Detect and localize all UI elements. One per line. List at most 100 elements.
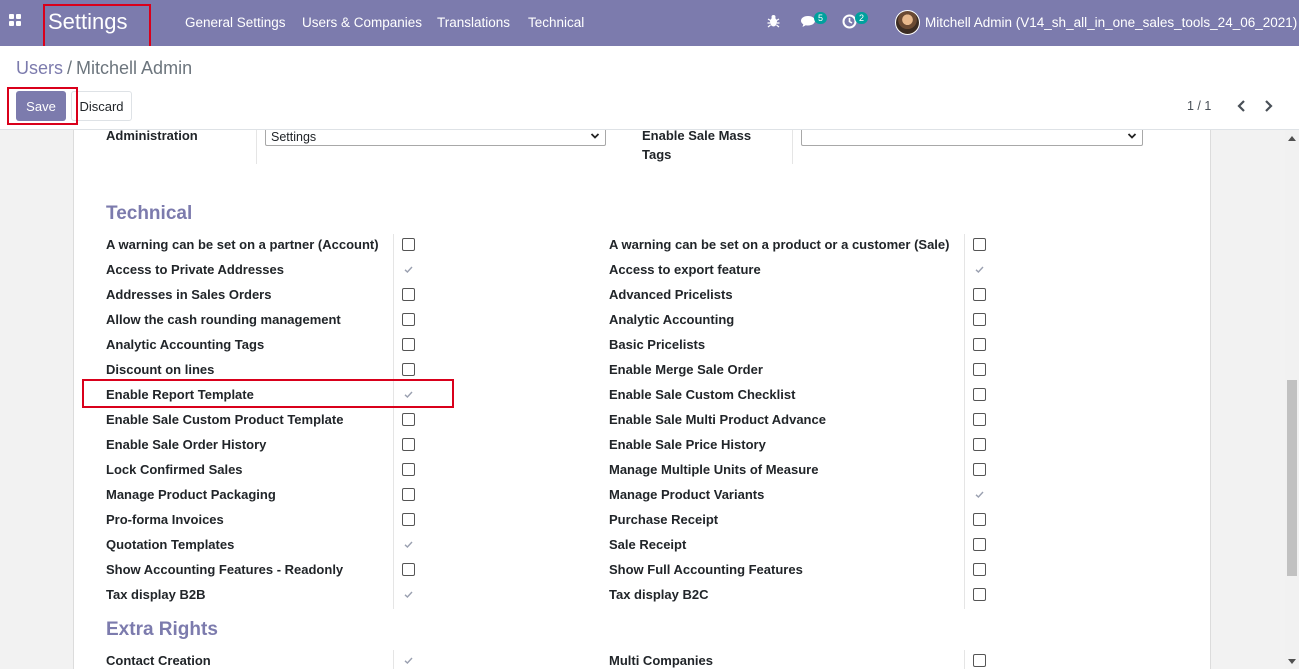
messages-count-badge: 5 [814,12,827,24]
purchase-receipt-checkbox[interactable] [973,513,986,526]
sale-receipt-checkbox[interactable] [973,538,986,551]
divider [393,234,394,609]
app-title[interactable]: Settings [48,9,128,35]
extra-rights-section-title: Extra Rights [106,619,218,640]
checkmark-icon [975,266,984,273]
pager-next-icon[interactable] [1258,96,1278,116]
enable-sale-multi-product-advance-label: Enable Sale Multi Product Advance [609,412,826,427]
analytic-accounting-tags-label: Analytic Accounting Tags [106,337,265,352]
tax-display-b2c-checkbox[interactable] [973,588,986,601]
form-sheet: Administration Settings Enable Sale Mass… [73,130,1211,669]
activities-count-badge: 2 [855,12,868,24]
access-to-export-feature-label: Access to export feature [609,262,761,277]
manage-product-packaging-label: Manage Product Packaging [106,487,276,502]
enable-sale-mass-tags-select[interactable] [801,130,1143,146]
basic-pricelists-label: Basic Pricelists [609,337,706,352]
administration-select-value: Settings [271,130,317,144]
enable-sale-custom-checklist-checkbox[interactable] [973,388,986,401]
access-to-private-addresses-checkbox[interactable] [402,263,415,276]
chevron-down-icon [1127,133,1137,139]
pager-value[interactable]: 1 / 1 [1187,99,1211,113]
contact-creation-checkbox[interactable] [402,654,415,667]
enable-report-template-label: Enable Report Template [106,387,254,402]
tax-display-b2b-checkbox[interactable] [402,588,415,601]
enable-sale-custom-product-template-label: Enable Sale Custom Product Template [106,412,344,427]
purchase-receipt-label: Purchase Receipt [609,512,719,527]
a-warning-can-be-set-on-a-product-or-a-customer-sale-checkbox[interactable] [973,238,986,251]
manage-product-variants-checkbox[interactable] [973,488,986,501]
show-full-accounting-features-checkbox[interactable] [973,563,986,576]
breadcrumb-separator: / [67,58,73,78]
vertical-scrollbar[interactable] [1285,130,1299,669]
manage-multiple-units-of-measure-checkbox[interactable] [973,463,986,476]
scrollbar-thumb[interactable] [1287,380,1297,576]
discard-button[interactable]: Discard [71,91,132,121]
debug-bug-icon[interactable] [767,14,780,31]
scroll-up-icon[interactable] [1288,136,1296,141]
checkmark-icon [404,541,413,548]
lock-confirmed-sales-label: Lock Confirmed Sales [106,462,243,477]
basic-pricelists-checkbox[interactable] [973,338,986,351]
administration-select[interactable]: Settings [265,130,606,146]
user-avatar[interactable] [895,10,920,35]
enable-sale-mass-tags-label-line1: Enable Sale Mass [642,130,752,143]
analytic-accounting-tags-checkbox[interactable] [402,338,415,351]
quotation-templates-checkbox[interactable] [402,538,415,551]
tax-display-b2c-label: Tax display B2C [609,587,709,602]
breadcrumb-users-link[interactable]: Users [16,58,63,78]
multi-companies-label: Multi Companies [609,653,714,668]
enable-sale-multi-product-advance-checkbox[interactable] [973,413,986,426]
a-warning-can-be-set-on-a-partner-account-label: A warning can be set on a partner (Accou… [106,237,379,252]
enable-sale-price-history-checkbox[interactable] [973,438,986,451]
breadcrumb-current: Mitchell Admin [76,58,193,78]
a-warning-can-be-set-on-a-partner-account-checkbox[interactable] [402,238,415,251]
control-panel: Users / Mitchell Admin Save Discard 1 / 1 [0,46,1299,130]
checkmark-icon [404,266,413,273]
allow-the-cash-rounding-management-checkbox[interactable] [402,313,415,326]
checkmark-icon [404,591,413,598]
advanced-pricelists-label: Advanced Pricelists [609,287,733,302]
menu-translations[interactable]: Translations [437,15,510,30]
menu-general-settings[interactable]: General Settings [185,15,286,30]
enable-sale-order-history-checkbox[interactable] [402,438,415,451]
a-warning-can-be-set-on-a-product-or-a-customer-sale-label: A warning can be set on a product or a c… [609,237,950,252]
advanced-pricelists-checkbox[interactable] [973,288,986,301]
divider [964,650,965,669]
menu-technical[interactable]: Technical [528,15,584,30]
enable-merge-sale-order-checkbox[interactable] [973,363,986,376]
lock-confirmed-sales-checkbox[interactable] [402,463,415,476]
show-full-accounting-features-label: Show Full Accounting Features [609,562,803,577]
top-navbar: Settings General Settings Users & Compan… [0,0,1299,46]
tax-display-b2b-label: Tax display B2B [106,587,206,602]
breadcrumb: Users / Mitchell Admin [16,58,192,79]
show-accounting-features-readonly-checkbox[interactable] [402,563,415,576]
discount-on-lines-label: Discount on lines [106,362,215,377]
enable-report-template-checkbox[interactable] [402,388,415,401]
scroll-down-icon[interactable] [1288,659,1296,664]
access-to-private-addresses-label: Access to Private Addresses [106,262,285,277]
enable-sale-price-history-label: Enable Sale Price History [609,437,766,452]
addresses-in-sales-orders-label: Addresses in Sales Orders [106,287,272,302]
administration-label: Administration [106,130,198,143]
discount-on-lines-checkbox[interactable] [402,363,415,376]
divider [256,130,257,164]
chevron-down-icon [590,133,600,139]
user-menu[interactable]: Mitchell Admin (V14_sh_all_in_one_sales_… [925,15,1297,30]
apps-menu-icon[interactable] [9,14,23,28]
multi-companies-checkbox[interactable] [973,654,986,667]
analytic-accounting-label: Analytic Accounting [609,312,735,327]
enable-sale-order-history-label: Enable Sale Order History [106,437,267,452]
checkmark-icon [404,391,413,398]
save-button[interactable]: Save [16,91,66,121]
enable-sale-custom-product-template-checkbox[interactable] [402,413,415,426]
menu-users-companies[interactable]: Users & Companies [302,15,422,30]
pro-forma-invoices-checkbox[interactable] [402,513,415,526]
analytic-accounting-checkbox[interactable] [973,313,986,326]
pager-previous-icon[interactable] [1232,96,1252,116]
enable-sale-mass-tags-label-line2: Tags [642,147,672,162]
access-to-export-feature-checkbox[interactable] [973,263,986,276]
manage-product-packaging-checkbox[interactable] [402,488,415,501]
manage-multiple-units-of-measure-label: Manage Multiple Units of Measure [609,462,819,477]
addresses-in-sales-orders-checkbox[interactable] [402,288,415,301]
divider [792,130,793,164]
